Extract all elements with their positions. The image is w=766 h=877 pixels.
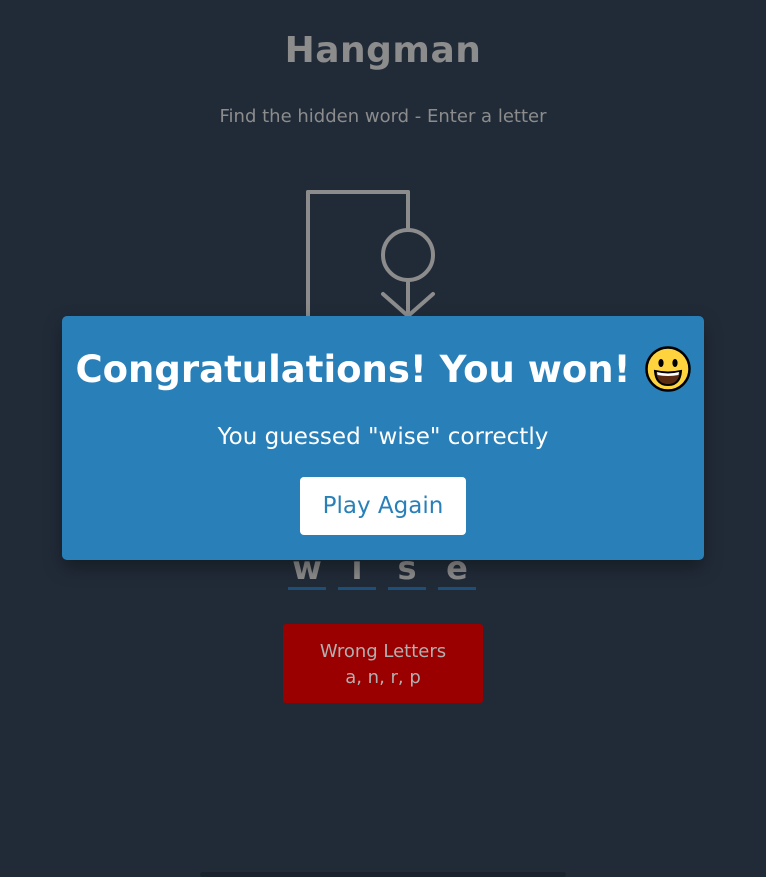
popup-message: You guessed "wise" correctly bbox=[217, 424, 549, 450]
hangman-head bbox=[381, 228, 435, 282]
grinning-face-icon bbox=[644, 346, 691, 392]
hangman-left-arm bbox=[381, 292, 410, 318]
popup-heading: Congratulations! You won! bbox=[75, 347, 631, 391]
win-popup: Congratulations! You won! You guessed "w… bbox=[62, 316, 704, 560]
play-again-button[interactable]: Play Again bbox=[300, 477, 466, 535]
hangman-right-arm bbox=[406, 292, 435, 318]
wrong-letters-panel: Wrong Letters a, n, r, p bbox=[283, 624, 483, 703]
popup-heading-row: Congratulations! You won! bbox=[62, 346, 704, 392]
wrong-letters-list: a, n, r, p bbox=[345, 667, 421, 688]
wrong-letters-label: Wrong Letters bbox=[319, 641, 447, 662]
